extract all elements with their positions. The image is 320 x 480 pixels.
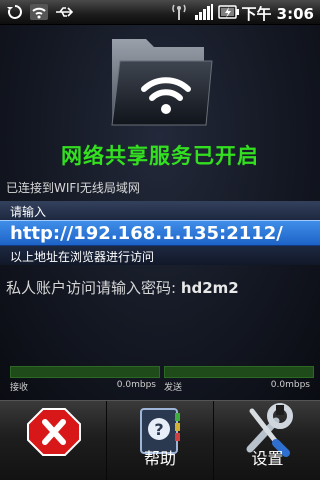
bottom-toolbar: ? 帮助 设置 [0, 400, 320, 480]
access-url[interactable]: http://192.168.1.135:2112/ [0, 220, 320, 246]
sync-icon [7, 5, 22, 19]
close-icon [27, 408, 81, 456]
wifi-folder-icon [111, 39, 213, 126]
settings-button[interactable]: 设置 [214, 401, 320, 480]
signal-icon [195, 4, 213, 20]
svg-text:?: ? [154, 420, 163, 439]
password-info: 私人账户访问请输入密码: hd2m2 [6, 277, 239, 298]
url-hint: 以上地址在浏览器进行访问 [0, 246, 320, 265]
connection-status: 已连接到WIFI无线局域网 [6, 181, 140, 195]
battery-icon [218, 5, 239, 19]
service-status-title: 网络共享服务已开启 [61, 144, 259, 168]
wifi-icon [30, 4, 48, 20]
settings-button-label: 设置 [251, 449, 284, 468]
clock: 下午 3:06 [241, 5, 314, 23]
help-button[interactable]: ? 帮助 [107, 401, 214, 480]
send-value: 0.0mbps [270, 380, 310, 390]
status-bar: 下午 3:06 [0, 0, 320, 25]
password-label: 私人账户访问请输入密码: [6, 279, 181, 297]
prompt-label: 请输入 [0, 201, 320, 220]
receive-meter [10, 366, 160, 378]
send-meter [164, 366, 314, 378]
help-button-label: 帮助 [143, 449, 176, 468]
password-value: hd2m2 [180, 279, 239, 297]
main-panel: 网络共享服务已开启 已连接到WIFI无线局域网 请输入 http://192.1… [0, 25, 320, 400]
stop-button[interactable] [0, 401, 107, 480]
receive-label: 接收 [10, 383, 29, 393]
usb-icon [56, 7, 74, 17]
receive-value: 0.0mbps [116, 380, 156, 390]
broadcast-icon [172, 4, 186, 20]
send-label: 发送 [164, 383, 183, 393]
